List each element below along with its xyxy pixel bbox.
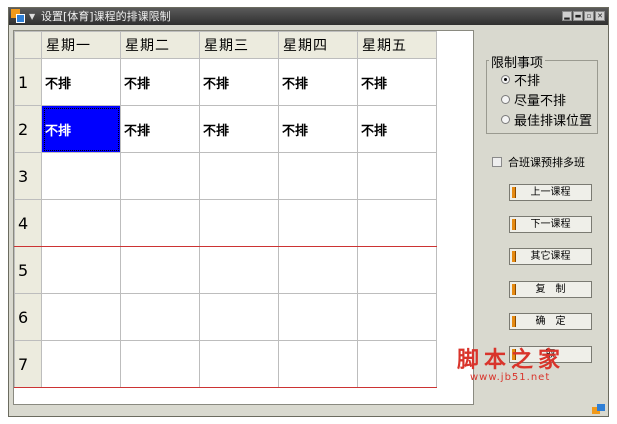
schedule-cell[interactable] [357,152,437,200]
period-row: 3 [14,152,437,200]
schedule-cell[interactable] [278,152,358,200]
schedule-cell[interactable] [199,340,279,388]
schedule-cell[interactable]: 不排 [278,58,358,106]
day-header[interactable]: 星期一 [41,31,121,59]
rollup-icon[interactable]: ▂ [562,11,572,21]
period-header[interactable]: 1 [14,58,42,106]
schedule-cell[interactable]: 不排 [199,58,279,106]
period-row: 6 [14,293,437,341]
period-header[interactable]: 6 [14,293,42,341]
radio-checked-icon [501,75,510,84]
schedule-cell[interactable] [41,199,121,247]
schedule-cell[interactable] [357,246,437,294]
merged-class-checkbox[interactable]: 合班课预排多班 [492,154,585,170]
day-header[interactable]: 星期五 [357,31,437,59]
period-row: 5 [14,246,437,294]
schedule-cell[interactable] [120,152,200,200]
period-header[interactable]: 7 [14,340,42,388]
corner-cell [14,31,42,59]
resize-grip-icon[interactable] [592,404,606,414]
period-header[interactable]: 5 [14,246,42,294]
schedule-cell[interactable]: 不排 [199,105,279,153]
copy-button[interactable]: 复 制 [509,281,592,298]
schedule-cell[interactable] [278,246,358,294]
other-course-button[interactable]: 其它课程 [509,248,592,265]
watermark-url: www.jb51.net [470,372,551,383]
schedule-cell[interactable]: 不排 [278,105,358,153]
period-row: 4 [14,199,437,247]
schedule-cell[interactable] [120,293,200,341]
schedule-cell[interactable]: 不排 [357,105,437,153]
schedule-cell[interactable]: 不排 [357,58,437,106]
day-header[interactable]: 星期三 [199,31,279,59]
radio-label: 不排 [514,74,541,89]
window-title: 设置[体育]课程的排课限制 [41,10,171,23]
schedule-grid-frame: 星期一 星期二 星期三 星期四 星期五 1 不排 不排 不排 不排 不排 2 不… [13,30,474,405]
app-logo-icon [11,9,26,24]
period-row: 2 不排 不排 不排 不排 不排 [14,105,437,153]
schedule-cell[interactable] [199,199,279,247]
checkbox-label: 合班课预排多班 [508,156,585,169]
radio-option-avoid[interactable]: 尽量不排 [501,90,566,109]
maximize-icon[interactable]: ▫ [584,11,594,21]
period-row: 7 [14,340,437,388]
schedule-cell[interactable] [120,340,200,388]
period-row: 1 不排 不排 不排 不排 不排 [14,58,437,106]
schedule-cell[interactable]: 不排 [41,58,121,106]
watermark-logo: 脚本之家 [457,347,566,373]
period-header[interactable]: 4 [14,199,42,247]
schedule-cell[interactable] [120,199,200,247]
schedule-cell[interactable] [199,293,279,341]
restriction-legend: 限制事项 [489,52,546,71]
ok-button[interactable]: 确 定 [509,313,592,330]
title-bar: ▼ 设置[体育]课程的排课限制 ▂ ▬ ▫ ✕ [9,8,608,25]
restriction-group: 不排 尽量不排 最佳排课位置 [486,60,598,134]
schedule-cell[interactable] [120,246,200,294]
day-header[interactable]: 星期四 [278,31,358,59]
schedule-cell[interactable] [357,340,437,388]
next-course-button[interactable]: 下一课程 [509,216,592,233]
close-icon[interactable]: ✕ [595,11,605,21]
schedule-cell[interactable] [357,293,437,341]
schedule-cell[interactable] [41,246,121,294]
header-row: 星期一 星期二 星期三 星期四 星期五 [14,31,437,59]
schedule-cell[interactable]: 不排 [120,105,200,153]
window-controls: ▂ ▬ ▫ ✕ [562,11,605,21]
radio-option-none[interactable]: 不排 [501,70,540,89]
checkbox-icon [492,157,502,167]
schedule-cell[interactable] [199,246,279,294]
schedule-cell-selected[interactable]: 不排 [41,105,121,153]
schedule-cell[interactable] [41,152,121,200]
minimize-icon[interactable]: ▬ [573,11,583,21]
radio-unchecked-icon [501,115,510,124]
schedule-cell[interactable] [41,340,121,388]
period-header[interactable]: 3 [14,152,42,200]
schedule-cell[interactable] [199,152,279,200]
schedule-cell[interactable] [278,340,358,388]
radio-unchecked-icon [501,95,510,104]
day-header[interactable]: 星期二 [120,31,200,59]
schedule-cell[interactable] [41,293,121,341]
schedule-cell[interactable]: 不排 [120,58,200,106]
radio-label: 最佳排课位置 [514,114,593,129]
schedule-cell[interactable] [278,293,358,341]
schedule-cell[interactable] [357,199,437,247]
schedule-grid: 星期一 星期二 星期三 星期四 星期五 1 不排 不排 不排 不排 不排 2 不… [14,31,437,388]
system-menu-icon[interactable]: ▼ [29,10,35,23]
prev-course-button[interactable]: 上一课程 [509,184,592,201]
period-header[interactable]: 2 [14,105,42,153]
radio-option-best[interactable]: 最佳排课位置 [501,110,592,129]
radio-label: 尽量不排 [514,94,567,109]
schedule-cell[interactable] [278,199,358,247]
